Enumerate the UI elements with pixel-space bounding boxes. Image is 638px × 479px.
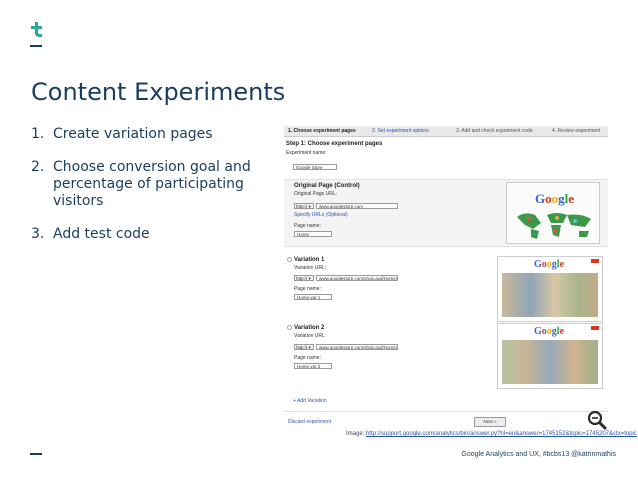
variation-1-protocol-select[interactable]: http:// ▾ — [294, 275, 314, 281]
specify-urls-link[interactable]: Specify URLs (Optional) — [294, 212, 348, 218]
variation-1-page-name-field[interactable]: Home var 1 — [294, 294, 332, 300]
list-item: 2. Choose conversion goal and percentage … — [31, 159, 251, 209]
variation-2-protocol-select[interactable]: http:// ▾ — [294, 344, 314, 350]
variation-2-page-name-field[interactable]: Home var 2 — [294, 363, 332, 369]
variation-2-thumbnail: Google — [497, 323, 603, 389]
step-heading: Step 1: Choose experiment pages — [286, 141, 383, 147]
image-credit: Image: http://support.google.com/analyti… — [346, 431, 637, 437]
wizard-step-4[interactable]: 4. Review experiment — [552, 128, 600, 134]
add-variation-link[interactable]: + Add Variation — [293, 398, 327, 404]
experiment-name-field[interactable]: Google Store — [293, 164, 337, 170]
steps-list: 1. Create variation pages 2. Choose conver… — [31, 126, 261, 259]
wizard-step-3[interactable]: 3. Add and check experiment code — [456, 128, 533, 134]
page-title: Content Experiments — [31, 78, 286, 106]
brand-logo-icon — [30, 22, 42, 47]
experiment-name-label: Experiment name: — [286, 150, 327, 156]
wizard-steps: 1. Choose experiment pages 2. Set experi… — [284, 126, 608, 137]
magnifier-icon[interactable] — [587, 410, 607, 430]
divider — [284, 411, 608, 412]
wizard-step-1[interactable]: 1. Choose experiment pages — [288, 128, 356, 134]
discard-experiment-link[interactable]: Discard experiment — [288, 419, 331, 425]
page-name-label: Page name: — [294, 223, 321, 229]
youtube-badge — [591, 326, 599, 330]
google-logo: Google — [534, 326, 565, 337]
original-page-thumbnail: Google — [506, 182, 600, 244]
protocol-select[interactable]: http:// ▾ — [294, 203, 314, 209]
footer-text: Google Analytics and UX, #bcbs13 @katrin… — [461, 451, 616, 458]
google-logo: Google — [534, 259, 565, 270]
variation-1-url-field[interactable]: www.googlestore.com/shop.axd/Home1 — [316, 275, 398, 281]
variation-2-url-field[interactable]: www.googlestore.com/shop.axd/Home2 — [316, 344, 398, 350]
team-photo — [502, 273, 598, 317]
list-item: 3. Add test code — [31, 226, 150, 242]
youtube-badge — [591, 259, 599, 263]
remove-variation-2-icon[interactable] — [287, 325, 292, 330]
google-logo: Google — [535, 191, 575, 206]
experiment-screenshot: 1. Choose experiment pages 2. Set experi… — [284, 126, 608, 428]
next-button[interactable]: Next » — [474, 417, 506, 427]
variation-1-page-name-label: Page name: — [294, 286, 321, 292]
original-url-field[interactable]: www.googlestore.com — [316, 203, 398, 209]
original-page-name-field[interactable]: Home — [294, 231, 332, 237]
list-item: 1. Create variation pages — [31, 126, 213, 142]
team-photo — [502, 340, 598, 384]
world-map-image — [517, 213, 591, 239]
remove-variation-1-icon[interactable] — [287, 257, 292, 262]
variation-1-thumbnail: Google — [497, 256, 603, 322]
variation-2-page-name-label: Page name: — [294, 355, 321, 361]
footer-divider — [30, 453, 42, 455]
credit-link[interactable]: http://support.google.com/analytics/bin/… — [366, 431, 637, 437]
wizard-step-2[interactable]: 2. Set experiment options — [372, 128, 429, 134]
